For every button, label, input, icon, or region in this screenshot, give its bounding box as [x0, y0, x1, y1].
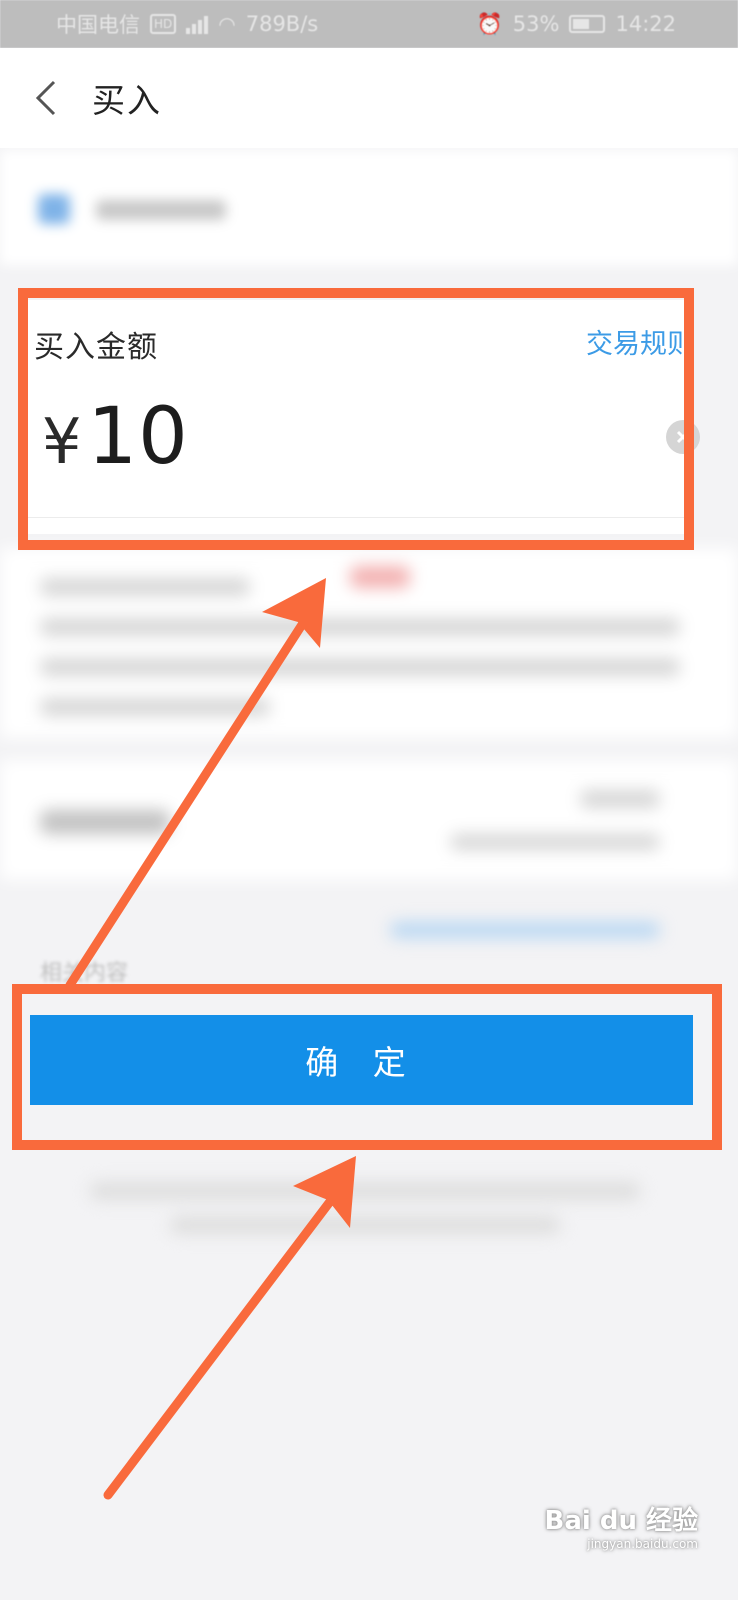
status-right: ⏰ 53% 14:22 — [477, 12, 676, 37]
wifi-icon: ◠ — [218, 12, 236, 36]
blurred-footer-text — [0, 1170, 738, 1250]
watermark-url: jingyan.baidu.com — [587, 1537, 698, 1551]
carrier-name: 中国电信 — [56, 13, 140, 37]
confirm-button[interactable]: 确 定 — [30, 1015, 693, 1105]
battery-percent: 53% — [512, 12, 560, 36]
fund-name-blurred — [96, 200, 226, 220]
amount-card: 买入金额 交易规则 ¥ 10 — [28, 300, 700, 534]
blurred-payment-row — [0, 760, 738, 880]
amount-input[interactable]: ¥ 10 — [42, 392, 189, 482]
trade-rules-link[interactable]: 交易规则 — [586, 322, 694, 361]
amount-value: 10 — [87, 392, 189, 482]
baidu-watermark: Bai du 经验 jingyan.baidu.com — [545, 1500, 699, 1551]
signal-icon — [186, 14, 209, 34]
blurred-details — [0, 548, 738, 738]
battery-icon — [569, 15, 606, 33]
top-bar: 买入 — [0, 48, 738, 148]
back-arrow-icon[interactable] — [30, 76, 70, 120]
fund-info-row[interactable] — [0, 150, 738, 265]
hd-badge: HD — [150, 14, 177, 34]
clock: 14:22 — [615, 12, 676, 36]
card-divider — [28, 517, 692, 518]
watermark-brand: Bai du 经验 — [544, 1506, 699, 1536]
status-bar: 中国电信 HD ◠ 789B/s ⏰ 53% 14:22 — [0, 0, 738, 48]
clear-icon[interactable] — [666, 420, 700, 454]
fund-logo — [38, 194, 70, 224]
status-left: 中国电信 HD ◠ 789B/s — [56, 9, 318, 39]
close-icon — [676, 430, 690, 444]
amount-label: 买入金额 — [34, 330, 158, 365]
network-speed: 789B/s — [245, 12, 319, 36]
alarm-icon: ⏰ — [476, 11, 503, 36]
page-title: 买入 — [92, 81, 162, 120]
related-content-label: 相关内容 — [40, 961, 129, 986]
currency-symbol: ¥ — [42, 405, 82, 478]
